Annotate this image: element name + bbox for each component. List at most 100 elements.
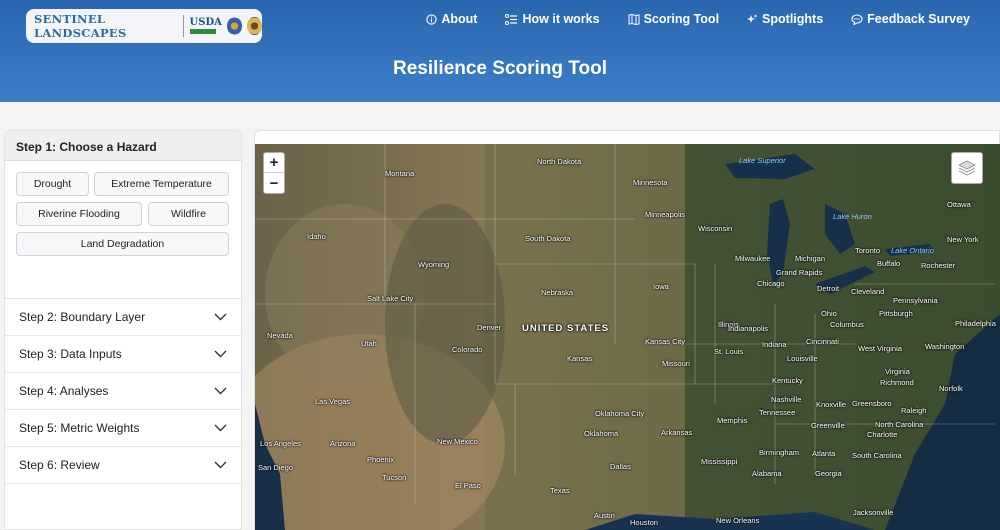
map-place-label: Memphis	[717, 416, 748, 425]
map-place-label: West Virginia	[858, 344, 902, 353]
nav-how-label: How it works	[522, 12, 600, 26]
map-place-label: Greensboro	[852, 399, 892, 408]
layers-button[interactable]	[951, 152, 983, 184]
map-place-label: Toronto	[855, 246, 881, 255]
nav-spotlights[interactable]: Spotlights	[747, 11, 823, 27]
map-place-label: Birmingham	[759, 448, 800, 457]
step-data-inputs[interactable]: Step 3: Data Inputs	[5, 336, 241, 373]
map-place-label: Phoenix	[367, 455, 395, 464]
step-metric-weights[interactable]: Step 5: Metric Weights	[5, 410, 241, 447]
zoom-in-button[interactable]: +	[264, 153, 284, 173]
map-place-label: Norfolk	[939, 384, 963, 393]
zoom-out-button[interactable]: −	[264, 173, 284, 193]
hazard-extreme-temperature-button[interactable]: Extreme Temperature	[94, 172, 229, 196]
map-place-label: Salt Lake City	[367, 294, 414, 303]
nav-about[interactable]: About	[426, 11, 477, 27]
step-review[interactable]: Step 6: Review	[5, 447, 241, 484]
step-boundary-layer[interactable]: Step 2: Boundary Layer	[5, 299, 241, 336]
map-place-label: Minneapolis	[645, 210, 686, 219]
map-place-label: El Paso	[455, 481, 481, 490]
map-place-label: Greenville	[811, 421, 845, 430]
step1-header[interactable]: Step 1: Choose a Hazard	[5, 131, 241, 161]
nav-scoring-label: Scoring Tool	[643, 12, 720, 26]
map-water-label: Lake Superior	[739, 156, 786, 165]
step-analyses[interactable]: Step 4: Analyses	[5, 373, 241, 410]
map-place-label: Oklahoma	[584, 429, 619, 438]
step-label: Step 4: Analyses	[19, 384, 109, 398]
chat-icon	[851, 13, 863, 25]
chevron-down-icon	[214, 461, 227, 469]
hazard-wildfire-button[interactable]: Wildfire	[148, 202, 229, 226]
map-place-label: North Carolina	[875, 420, 924, 429]
satellite-map[interactable]: North Dakota Montana Minnesota Minneapolis W…	[255, 144, 1000, 530]
map-place-label: Dallas	[610, 462, 631, 471]
main-nav: About How it works Scoring Tool Spotligh…	[398, 11, 970, 27]
map-place-label: Las Vegas	[315, 397, 351, 406]
map-place-label: Ottawa	[947, 200, 971, 209]
map-place-label: Colorado	[452, 345, 483, 354]
step-label: Step 6: Review	[19, 458, 100, 472]
map-place-label: Knoxville	[816, 400, 847, 409]
nav-how-it-works[interactable]: How it works	[505, 11, 600, 27]
sparkle-icon	[747, 13, 758, 23]
map-place-label: Houston	[630, 518, 658, 527]
brand-logo[interactable]: SENTINEL LANDSCAPES USDA	[26, 9, 263, 43]
map-place-label: Ohio	[821, 309, 837, 318]
map-place-label: Tucson	[382, 473, 407, 482]
step-list: Step 2: Boundary Layer Step 3: Data Inpu…	[5, 299, 241, 484]
map-place-label: Minnesota	[633, 178, 668, 187]
map-place-label: North Dakota	[537, 157, 582, 166]
map-place-label: Utah	[361, 339, 377, 348]
map-place-label: Raleigh	[901, 406, 927, 415]
map-place-label: Los Angeles	[260, 439, 301, 448]
page-title: Resilience Scoring Tool	[393, 58, 607, 79]
map-place-label: Columbus	[830, 320, 864, 329]
chevron-down-icon	[214, 424, 227, 432]
map-place-label: Cleveland	[851, 287, 885, 296]
map-place-label: Charlotte	[867, 430, 898, 439]
map-country-label: UNITED STATES	[522, 323, 610, 334]
map-place-label: Washington	[925, 342, 965, 351]
logo-divider	[182, 15, 184, 37]
interior-seal-icon	[246, 17, 263, 35]
nav-scoring-tool[interactable]: Scoring Tool	[628, 11, 719, 27]
usda-logo: USDA	[189, 17, 222, 34]
map-place-label: Cincinnati	[806, 337, 839, 346]
map-place-label: Jacksonville	[853, 508, 894, 517]
map-place-label: Indiana	[762, 340, 787, 349]
map-place-label: St. Louis	[714, 347, 744, 356]
nav-feedback-label: Feedback Survey	[867, 12, 970, 26]
step-label: Step 2: Boundary Layer	[19, 310, 146, 324]
step-label: Step 3: Data Inputs	[19, 347, 122, 361]
info-icon	[426, 13, 438, 25]
nav-feedback-survey[interactable]: Feedback Survey	[851, 11, 970, 27]
map-place-label: Kentucky	[772, 376, 803, 385]
map-place-label: Louisville	[787, 354, 818, 363]
hazard-riverine-flooding-button[interactable]: Riverine Flooding	[16, 202, 142, 226]
map-place-label: New Orleans	[716, 516, 760, 525]
dod-seal-icon	[226, 17, 242, 35]
map-place-label: Texas	[550, 486, 570, 495]
map-place-label: Wyoming	[418, 260, 450, 269]
map-place-label: Rochester	[921, 261, 956, 270]
map-place-label: New Mexico	[437, 437, 478, 446]
map-place-label: Philadelphia	[955, 319, 996, 328]
map-place-label: Kansas City	[645, 337, 686, 346]
usda-text: USDA	[189, 17, 222, 28]
map-place-label: Atlanta	[812, 449, 836, 458]
chevron-down-icon	[214, 350, 227, 358]
map-place-label: Idaho	[307, 232, 326, 241]
chevron-down-icon	[214, 313, 227, 321]
map-imagery	[255, 144, 1000, 530]
map-place-label: Arizona	[330, 439, 356, 448]
map-place-label: Detroit	[817, 284, 840, 293]
map-place-label: Richmond	[880, 378, 914, 387]
hazard-drought-button[interactable]: Drought	[16, 172, 89, 196]
map-place-label: Oklahoma City	[595, 409, 645, 418]
hazard-land-degradation-button[interactable]: Land Degradation	[16, 232, 229, 256]
map-water-label: Lake Ontario	[891, 246, 934, 255]
map-place-label: Arkansas	[661, 428, 693, 437]
map-place-label: Mississippi	[701, 457, 738, 466]
map-place-label: Buffalo	[877, 259, 901, 268]
workflow-icon	[505, 13, 518, 25]
